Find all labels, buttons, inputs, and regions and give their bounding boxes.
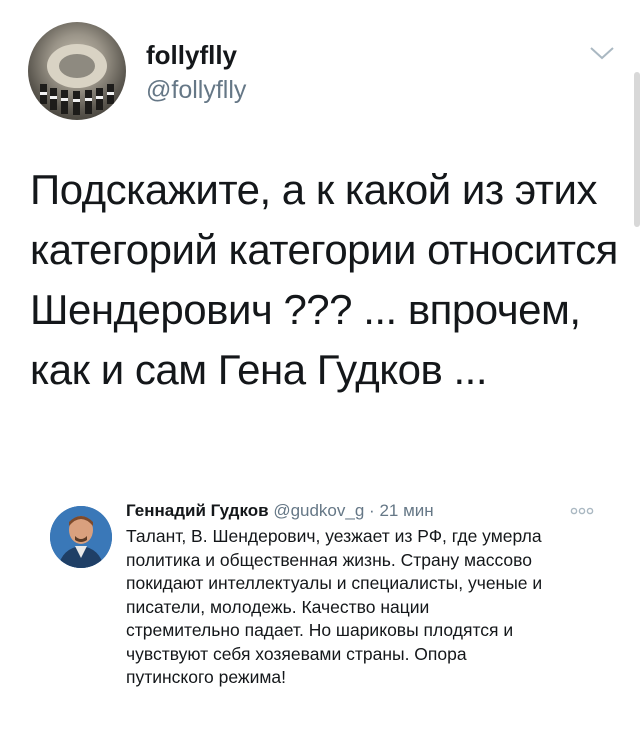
quoted-timestamp[interactable]: 21 мин xyxy=(379,501,433,520)
quoted-author-name[interactable]: Геннадий Гудков xyxy=(126,501,269,520)
avatar-image xyxy=(50,506,112,568)
tweet-header: follyflly @follyflly xyxy=(28,22,620,122)
more-icon[interactable] xyxy=(568,506,596,516)
quoted-author-avatar[interactable] xyxy=(50,506,112,568)
author-avatar[interactable] xyxy=(28,22,126,120)
quoted-author-handle[interactable]: @gudkov_g xyxy=(273,501,364,520)
quoted-tweet-text: Талант, В. Шендерович, уезжает из РФ, гд… xyxy=(126,526,543,687)
quoted-tweet[interactable]: Геннадий Гудков @gudkov_g · 21 мин Талан… xyxy=(48,500,608,730)
separator-dot: · xyxy=(369,501,375,520)
author-display-name[interactable]: follyflly xyxy=(146,40,246,70)
chevron-down-icon[interactable] xyxy=(588,42,616,64)
scrollbar[interactable] xyxy=(634,72,640,227)
quoted-tweet-header: Геннадий Гудков @gudkov_g · 21 мин xyxy=(126,500,606,522)
tweet-text: Подскажите, а к какой из этих категорий … xyxy=(30,166,618,393)
author-handle[interactable]: @follyflly xyxy=(146,74,246,106)
avatar-image xyxy=(40,44,114,115)
